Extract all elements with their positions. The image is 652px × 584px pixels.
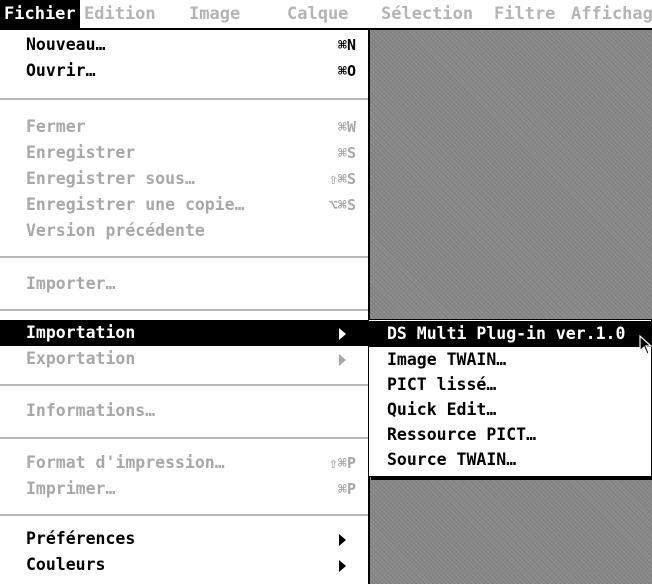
menu-separator [0,256,368,258]
menu-item-label: Imprimer… [26,479,116,498]
file-menu-dropdown: Nouveau… ⌘N Ouvrir… ⌘O Fermer ⌘W Enregis… [0,30,370,584]
menu-edition[interactable]: Edition [80,0,160,28]
menu-item-label: Enregistrer une copie… [26,195,245,214]
menu-item-label: Informations… [26,401,156,420]
menu-item-label: Exportation [26,349,136,368]
menu-fichier[interactable]: Fichier [0,0,80,28]
triangle-right-icon [339,328,346,340]
shortcut-label: ⇧⌘S [328,170,356,188]
menu-separator [0,384,368,386]
arrow-cursor-icon [639,335,652,355]
menu-image[interactable]: Image [185,0,244,28]
menu-item-format-impression: Format d'impression… ⇧⌘P [0,450,368,476]
menu-separator [0,309,368,311]
menu-item-enregistrer: Enregistrer ⌘S [0,140,368,166]
shortcut-label: ⌘W [337,118,356,136]
menu-item-couleurs[interactable]: Couleurs [0,552,368,578]
triangle-right-icon [339,354,346,366]
submenu-item-source-twain[interactable]: Source TWAIN… [369,447,651,473]
menu-item-label: Nouveau… [26,35,106,54]
submenu-item-label: PICT lissé… [387,375,497,394]
menu-item-ouvrir[interactable]: Ouvrir… ⌘O [0,58,368,84]
menu-separator [0,514,368,516]
menu-item-enregistrer-sous: Enregistrer sous… ⇧⌘S [0,166,368,192]
menu-separator [0,98,368,100]
submenu-item-image-twain[interactable]: Image TWAIN… [369,347,651,373]
submenu-item-ressource-pict[interactable]: Ressource PICT… [369,422,651,448]
menu-bar: Fichier Edition Image Calque Sélection F… [0,0,652,30]
importation-submenu: DS Multi Plug-in ver.1.0 Image TWAIN… PI… [368,319,652,477]
menu-filtre[interactable]: Filtre [490,0,559,28]
triangle-right-icon [339,534,346,546]
menu-item-exportation: Exportation [0,346,368,372]
menu-item-imprimer: Imprimer… ⌘P [0,476,368,502]
triangle-right-icon [339,560,346,572]
menu-item-fermer: Fermer ⌘W [0,114,368,140]
menu-item-label: Version précédente [26,221,205,240]
submenu-item-quick-edit[interactable]: Quick Edit… [369,397,651,423]
submenu-item-label: Image TWAIN… [387,350,507,369]
menu-item-importer: Importer… [0,271,368,297]
menu-item-importation[interactable]: Importation [0,320,368,346]
menu-item-version-precedente: Version précédente [0,218,368,244]
menu-item-nouveau[interactable]: Nouveau… ⌘N [0,32,368,58]
submenu-item-label: Source TWAIN… [387,450,517,469]
menu-selection[interactable]: Sélection [377,0,477,28]
menu-affichage[interactable]: Affichag [567,0,652,28]
shortcut-label: ⌘O [337,62,356,80]
shortcut-label: ⌘P [337,480,356,498]
menu-item-enregistrer-copie: Enregistrer une copie… ⌥⌘S [0,192,368,218]
menu-calque[interactable]: Calque [283,0,352,28]
menu-separator [0,437,368,439]
shortcut-label: ⌥⌘S [328,196,356,214]
menu-item-informations: Informations… [0,398,368,424]
menu-item-label: Enregistrer [26,143,136,162]
menu-item-label: Importer… [26,274,116,293]
menu-item-label: Couleurs [26,555,106,574]
submenu-item-label: DS Multi Plug-in ver.1.0 [387,324,626,343]
shortcut-label: ⌘N [337,36,356,54]
menu-item-label: Importation [26,323,136,342]
submenu-item-label: Ressource PICT… [387,425,537,444]
submenu-item-pict-lisse[interactable]: PICT lissé… [369,372,651,398]
menu-item-preferences[interactable]: Préférences [0,526,368,552]
shortcut-label: ⇧⌘P [328,454,356,472]
shortcut-label: ⌘S [337,144,356,162]
submenu-item-ds-multi-plugin[interactable]: DS Multi Plug-in ver.1.0 [369,321,651,347]
menu-item-label: Enregistrer sous… [26,169,195,188]
menu-item-label: Format d'impression… [26,453,225,472]
menu-item-label: Ouvrir… [26,61,96,80]
menu-item-label: Fermer [26,117,86,136]
submenu-item-label: Quick Edit… [387,400,497,419]
menu-item-label: Préférences [26,529,136,548]
